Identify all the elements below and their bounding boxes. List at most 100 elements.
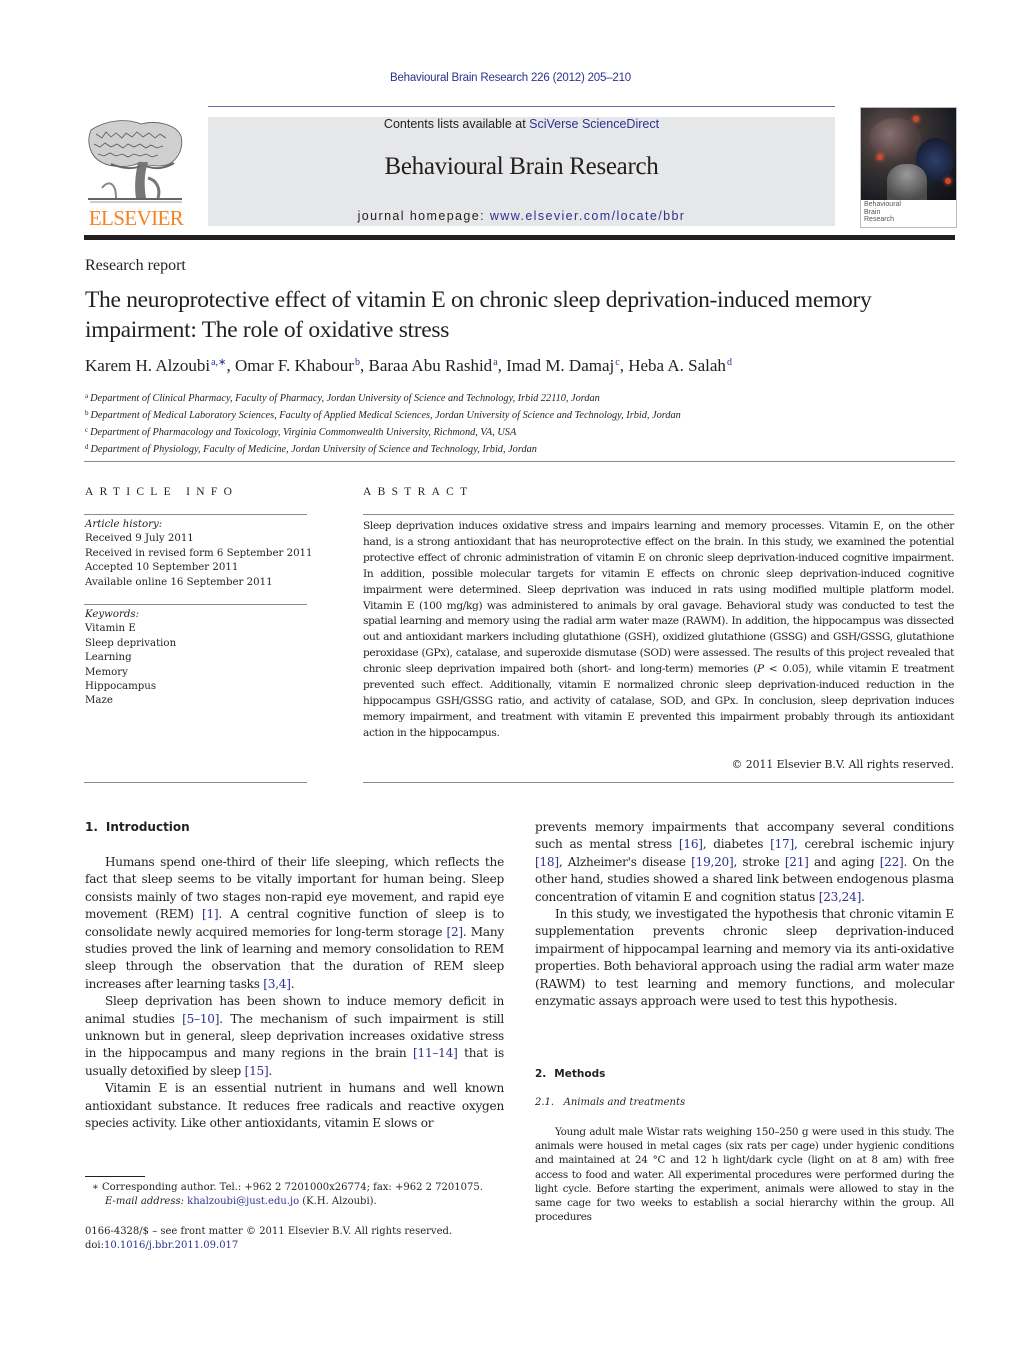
header-rule	[208, 106, 835, 107]
citation-link[interactable]: [1]	[202, 907, 219, 921]
email-link[interactable]: khalzoubi@just.edu.jo	[187, 1196, 299, 1207]
body-text: .	[861, 889, 865, 904]
citation-link[interactable]: [19,20]	[691, 855, 734, 869]
history-item: Received 9 July 2011	[85, 533, 194, 545]
body-text: and aging	[808, 854, 880, 869]
cover-title-line: Brain	[864, 208, 881, 216]
running-head[interactable]: Behavioural Brain Research 226 (2012) 20…	[0, 72, 1021, 84]
citation-link[interactable]: [11–14]	[413, 1046, 458, 1060]
author-separator: ,	[226, 356, 235, 375]
citation-link[interactable]: [17]	[770, 837, 794, 851]
body-paragraph: In this study, we investigated the hypot…	[535, 906, 954, 1010]
neuron-icon	[945, 178, 951, 184]
citation-link[interactable]: [2]	[447, 925, 464, 939]
cover-image	[861, 108, 956, 200]
front-matter-footnote: 0166-4328/$ – see front matter © 2011 El…	[85, 1225, 515, 1253]
body-text: .	[268, 1063, 273, 1078]
body-paragraph: Vitamin E is an essential nutrient in hu…	[85, 1080, 504, 1132]
history-item: Accepted 10 September 2011	[85, 562, 239, 574]
contents-line: Contents lists available at SciVerse Sci…	[208, 117, 835, 131]
author[interactable]: Omar F. Khabourb	[235, 356, 360, 375]
introduction-column-2: prevents memory impairments that accompa…	[535, 819, 954, 1010]
journal-cover-thumbnail[interactable]: Behavioural Brain Research	[860, 107, 957, 228]
footnote-mark: ∗	[92, 1182, 99, 1193]
citation-link[interactable]: [22]	[880, 855, 904, 869]
article-history: Article history: Received 9 July 2011 Re…	[85, 518, 325, 590]
body-text: , diabetes	[702, 837, 771, 852]
citation-link[interactable]: [16]	[679, 837, 703, 851]
header-divider-bar	[84, 235, 955, 240]
methods-text: Young adult male Wistar rats weighing 15…	[535, 1125, 954, 1224]
keyword: Vitamin E	[85, 623, 136, 635]
elsevier-logo[interactable]: ELSEVIER	[84, 116, 188, 232]
body-text: .	[290, 976, 295, 991]
article-info-heading: ARTICLE INFO	[85, 486, 239, 498]
journal-masthead: Contents lists available at SciVerse Sci…	[208, 117, 835, 226]
cover-title-line: Behavioural	[864, 201, 901, 208]
citation-link[interactable]: [18]	[535, 855, 559, 869]
footnote-rule	[85, 1176, 145, 1177]
citation-link[interactable]: [15]	[245, 1064, 269, 1078]
body-text: , cerebral ischemic injury	[793, 837, 954, 852]
body-text: In this study, we investigated the hypot…	[535, 907, 954, 1009]
email-suffix: (K.H. Alzoubi).	[299, 1196, 377, 1207]
elsevier-wordmark: ELSEVIER	[88, 206, 184, 230]
author[interactable]: Imad M. Damajc	[506, 356, 620, 375]
body-paragraph: Sleep deprivation has been shown to indu…	[85, 993, 504, 1080]
homepage-prefix: journal homepage:	[357, 209, 490, 223]
keywords-rule	[84, 604, 307, 605]
abstract-copyright: © 2011 Elsevier B.V. All rights reserved…	[731, 758, 954, 771]
article-info-rule	[84, 514, 307, 515]
article-title: The neuroprotective effect of vitamin E …	[85, 287, 872, 343]
journal-homepage-link[interactable]: www.elsevier.com/locate/bbr	[490, 209, 686, 223]
email-label: E-mail address:	[105, 1196, 184, 1207]
body-paragraph: prevents memory impairments that accompa…	[535, 819, 954, 906]
history-item: Available online 16 September 2011	[85, 576, 273, 588]
doi-link[interactable]: 10.1016/j.bbr.2011.09.017	[104, 1240, 238, 1251]
title-block-rule	[84, 461, 955, 462]
affiliation-mark[interactable]: d	[727, 357, 732, 368]
brain-illustration	[869, 118, 921, 158]
section-heading-introduction: 1. Introduction	[85, 820, 190, 834]
doi-prefix: doi:	[85, 1240, 104, 1251]
affiliation: b Department of Medical Laboratory Scienc…	[85, 409, 681, 421]
section-heading-methods: 2. Methods	[535, 1068, 606, 1080]
cover-title-line: Research	[864, 216, 894, 223]
neuron-icon	[877, 154, 883, 160]
corresponding-author-footnote: ∗ Corresponding author. Tel.: +962 2 720…	[92, 1181, 512, 1209]
front-matter-text: 0166-4328/$ – see front matter © 2011 El…	[85, 1226, 453, 1237]
affiliations: a Department of Clinical Pharmacy, Facult…	[85, 389, 681, 457]
citation-link[interactable]: [21]	[785, 855, 809, 869]
neuron-icon	[913, 116, 919, 122]
body-text: , Alzheimer's disease	[558, 854, 692, 869]
contents-prefix: Contents lists available at	[383, 117, 530, 131]
author[interactable]: Baraa Abu Rashida	[368, 356, 497, 375]
citation-link[interactable]: [3,4]	[263, 977, 291, 991]
sciencedirect-link[interactable]: SciVerse ScienceDirect	[529, 117, 659, 131]
affiliation: d Department of Physiology, Faculty of Me…	[85, 443, 537, 455]
body-text: Vitamin E is an essential nutrient in hu…	[85, 1081, 504, 1131]
keyword: Sleep deprivation	[85, 637, 177, 649]
author-list: Karem H. Alzoubia,∗, Omar F. Khabourb, B…	[85, 356, 732, 376]
abstract-heading: ABSTRACT	[363, 486, 474, 498]
author[interactable]: Karem H. Alzoubia,∗	[85, 356, 226, 375]
author-separator: ,	[619, 356, 629, 375]
rat-illustration	[887, 164, 927, 200]
methods-paragraph: Young adult male Wistar rats weighing 15…	[535, 1126, 954, 1224]
journal-name: Behavioural Brain Research	[384, 153, 659, 180]
author-separator: ,	[497, 356, 507, 375]
author[interactable]: Heba A. Salahd	[628, 356, 732, 375]
body-text: , stroke	[733, 854, 785, 869]
keyword: Memory	[85, 666, 128, 678]
affiliation-mark[interactable]: a,∗	[211, 357, 226, 368]
citation-link[interactable]: [23,24]	[819, 890, 862, 904]
abstract-rule	[363, 514, 954, 515]
abstract-text: Sleep deprivation induces oxidative stre…	[363, 520, 954, 739]
introduction-column-1: Humans spend one-third of their life sle…	[85, 854, 504, 1133]
history-item: Received in revised form 6 September 201…	[85, 547, 313, 559]
keyword: Learning	[85, 652, 132, 664]
citation-link[interactable]: [5–10]	[182, 1012, 219, 1026]
affiliation: c Department of Pharmacology and Toxicolo…	[85, 426, 517, 438]
article-info-bottom-rule	[84, 782, 307, 783]
body-paragraph: Humans spend one-third of their life sle…	[85, 854, 504, 993]
